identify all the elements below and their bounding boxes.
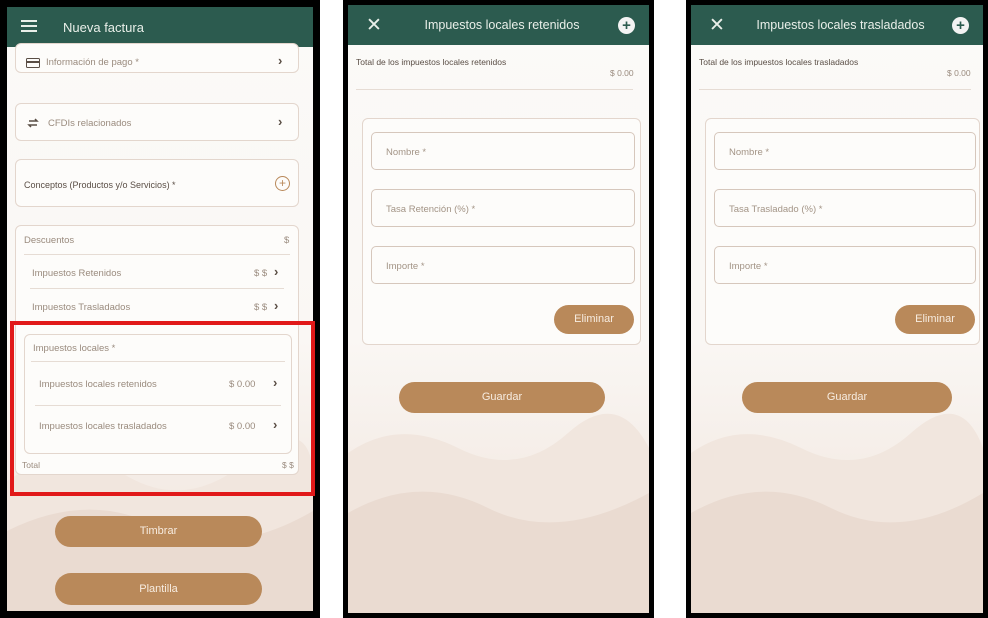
screen-locales-retenidos: ✕ Impuestos locales retenidos + Total de… [343, 0, 654, 618]
chevron-right-icon: › [278, 53, 283, 68]
total-locales-value: $ 0.00 [610, 68, 634, 78]
tasa-retencion-field[interactable]: Tasa Retención (%) * [371, 189, 635, 227]
guardar-button[interactable]: Guardar [399, 382, 605, 413]
app-bar: ✕ Impuestos locales trasladados + [691, 5, 983, 45]
impuesto-form-card: Nombre * Tasa Trasladado (%) * Importe *… [705, 118, 980, 345]
cfdis-label: CFDIs relacionados [48, 118, 132, 129]
tasa-trasladado-field[interactable]: Tasa Trasladado (%) * [714, 189, 976, 227]
conceptos-label: Conceptos (Productos y/o Servicios) * [24, 180, 176, 190]
chevron-right-icon: › [278, 114, 283, 129]
eliminar-button[interactable]: Eliminar [895, 305, 975, 334]
guardar-button[interactable]: Guardar [742, 382, 952, 413]
credit-card-icon [26, 55, 40, 73]
importe-field[interactable]: Importe * [371, 246, 635, 284]
close-icon[interactable]: ✕ [709, 14, 729, 37]
link-icon [26, 116, 40, 135]
divider [24, 254, 290, 255]
retenidos-value: $ $ [254, 268, 268, 279]
trasladados-value: $ $ [254, 302, 268, 313]
page-title: Nueva factura [63, 19, 144, 35]
add-concepto-icon[interactable]: + [275, 176, 290, 191]
total-locales-label: Total de los impuestos locales retenidos [356, 57, 507, 67]
trasladados-label: Impuestos Trasladados [32, 302, 131, 313]
divider [356, 89, 633, 90]
close-icon[interactable]: ✕ [366, 14, 386, 37]
pago-label: Información de pago * [46, 57, 139, 68]
timbrar-button[interactable]: Timbrar [55, 516, 262, 547]
pago-row[interactable]: Información de pago * › [15, 43, 299, 73]
highlight-box [10, 321, 315, 496]
divider [699, 89, 971, 90]
hamburger-menu-icon[interactable] [21, 19, 39, 35]
impuestos-retenidos-row[interactable]: Impuestos Retenidos $ $ › [16, 256, 300, 288]
nombre-field[interactable]: Nombre * [371, 132, 635, 170]
screen-locales-trasladados: ✕ Impuestos locales trasladados + Total … [686, 0, 988, 618]
divider [30, 288, 284, 289]
screen-nueva-factura: Nueva factura Información de pago * › CF… [0, 0, 320, 618]
impuestos-trasladados-row[interactable]: Impuestos Trasladados $ $ › [16, 290, 300, 322]
add-circle-icon[interactable]: + [618, 16, 635, 34]
plantilla-button[interactable]: Plantilla [55, 573, 262, 605]
app-bar: Nueva factura [7, 7, 313, 47]
chevron-right-icon: › [274, 298, 279, 313]
total-locales-label: Total de los impuestos locales trasladad… [699, 57, 859, 67]
app-bar: ✕ Impuestos locales retenidos + [348, 5, 649, 45]
add-circle-icon[interactable]: + [952, 16, 969, 34]
conceptos-row: Conceptos (Productos y/o Servicios) * + [15, 159, 299, 207]
eliminar-button[interactable]: Eliminar [554, 305, 634, 334]
dialog-title: Impuestos locales trasladados [756, 18, 925, 32]
retenidos-label: Impuestos Retenidos [32, 268, 122, 279]
total-locales-value: $ 0.00 [947, 68, 971, 78]
chevron-right-icon: › [274, 264, 279, 279]
importe-field[interactable]: Importe * [714, 246, 976, 284]
impuesto-form-card: Nombre * Tasa Retención (%) * Importe * … [362, 118, 641, 345]
cfdis-row[interactable]: CFDIs relacionados › [15, 103, 299, 141]
dialog-title: Impuestos locales retenidos [424, 18, 580, 32]
nombre-field[interactable]: Nombre * [714, 132, 976, 170]
descuentos-value: $ [284, 235, 290, 246]
descuentos-label: Descuentos [24, 235, 75, 246]
